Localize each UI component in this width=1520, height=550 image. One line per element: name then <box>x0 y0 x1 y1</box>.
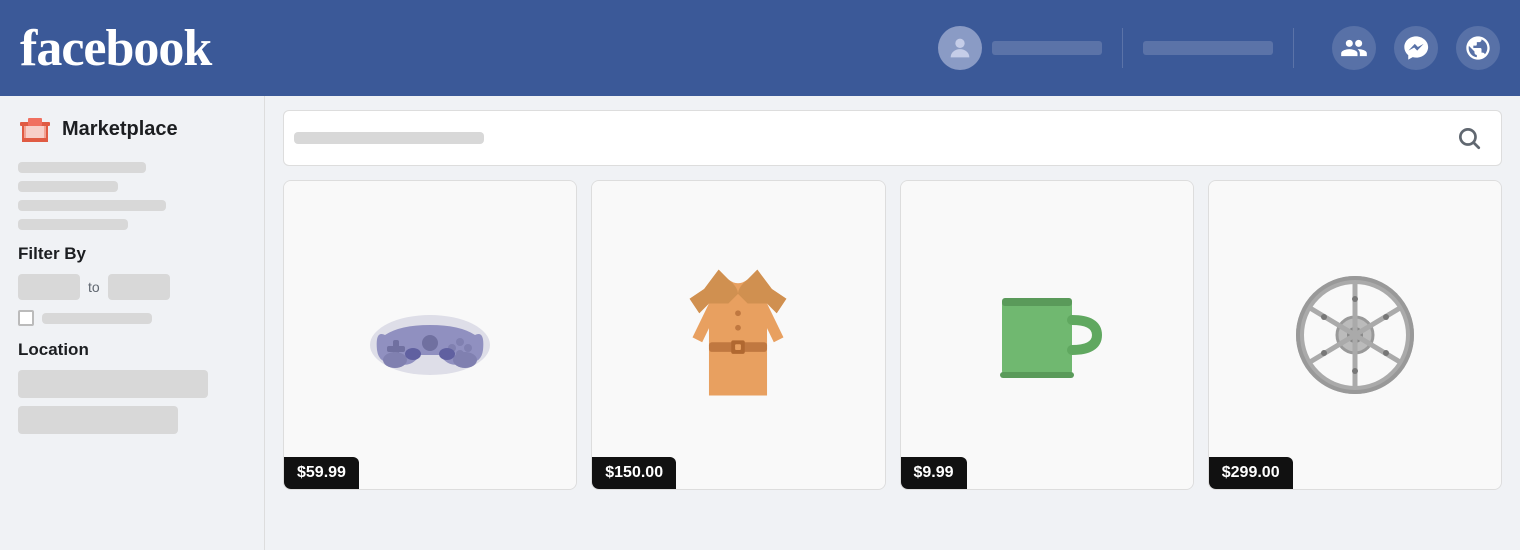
content-area: $59.99 <box>265 96 1520 550</box>
product-image-coat <box>592 181 884 489</box>
sidebar: Marketplace Filter By to Location <box>0 96 265 550</box>
sidebar-bar-1 <box>18 162 146 173</box>
product-price-mug: $9.99 <box>901 457 967 489</box>
marketplace-label: Marketplace <box>62 118 178 141</box>
product-image-wheel <box>1209 181 1501 489</box>
filter-price-row: to <box>18 274 246 300</box>
main-layout: Marketplace Filter By to Location <box>0 96 1520 550</box>
mug-icon <box>992 280 1102 390</box>
search-button[interactable] <box>1447 116 1491 160</box>
filter-checkbox[interactable] <box>18 310 34 326</box>
product-image-mug <box>901 181 1193 489</box>
search-bar <box>283 110 1502 166</box>
filter-checkbox-label <box>42 313 152 324</box>
wheel-icon <box>1295 275 1415 395</box>
product-price-wheel: $299.00 <box>1209 457 1293 489</box>
facebook-logo: facebook <box>20 19 211 78</box>
filter-checkbox-row <box>18 310 246 326</box>
product-card-gamepad[interactable]: $59.99 <box>283 180 577 490</box>
product-card-mug[interactable]: $9.99 <box>900 180 1194 490</box>
location-input-2[interactable] <box>18 406 178 434</box>
sidebar-bar-3 <box>18 200 166 211</box>
product-price-coat: $150.00 <box>592 457 676 489</box>
profile-section <box>938 26 1102 70</box>
globe-icon <box>1464 34 1492 62</box>
product-price-gamepad: $59.99 <box>284 457 359 489</box>
friends-icon-btn[interactable] <box>1332 26 1376 70</box>
product-card-coat[interactable]: $150.00 <box>591 180 885 490</box>
sidebar-bar-2 <box>18 181 118 192</box>
globe-icon-btn[interactable] <box>1456 26 1500 70</box>
filter-to-label: to <box>88 279 100 295</box>
user-icon <box>946 34 974 62</box>
sidebar-bar-4 <box>18 219 128 230</box>
header-search-bar <box>1143 41 1273 55</box>
filter-min-input[interactable] <box>18 274 80 300</box>
avatar[interactable] <box>938 26 982 70</box>
profile-name-bar <box>992 41 1102 55</box>
app-header: facebook <box>0 0 1520 96</box>
header-right-section <box>938 26 1500 70</box>
header-icons <box>1332 26 1500 70</box>
product-grid: $59.99 <box>283 180 1502 490</box>
coat-icon <box>683 260 793 410</box>
location-input-1[interactable] <box>18 370 208 398</box>
header-divider <box>1122 28 1123 68</box>
search-icon <box>1456 125 1482 151</box>
marketplace-title-row: Marketplace <box>18 112 246 146</box>
product-card-wheel[interactable]: $299.00 <box>1208 180 1502 490</box>
filter-by-label: Filter By <box>18 244 246 264</box>
filter-max-input[interactable] <box>108 274 170 300</box>
gamepad-icon <box>365 290 495 380</box>
messenger-icon-btn[interactable] <box>1394 26 1438 70</box>
marketplace-icon <box>18 112 52 146</box>
header-divider2 <box>1293 28 1294 68</box>
search-placeholder-bar <box>294 132 484 144</box>
location-label: Location <box>18 340 246 360</box>
product-image-gamepad <box>284 181 576 489</box>
friends-icon <box>1340 34 1368 62</box>
messenger-icon <box>1402 34 1430 62</box>
